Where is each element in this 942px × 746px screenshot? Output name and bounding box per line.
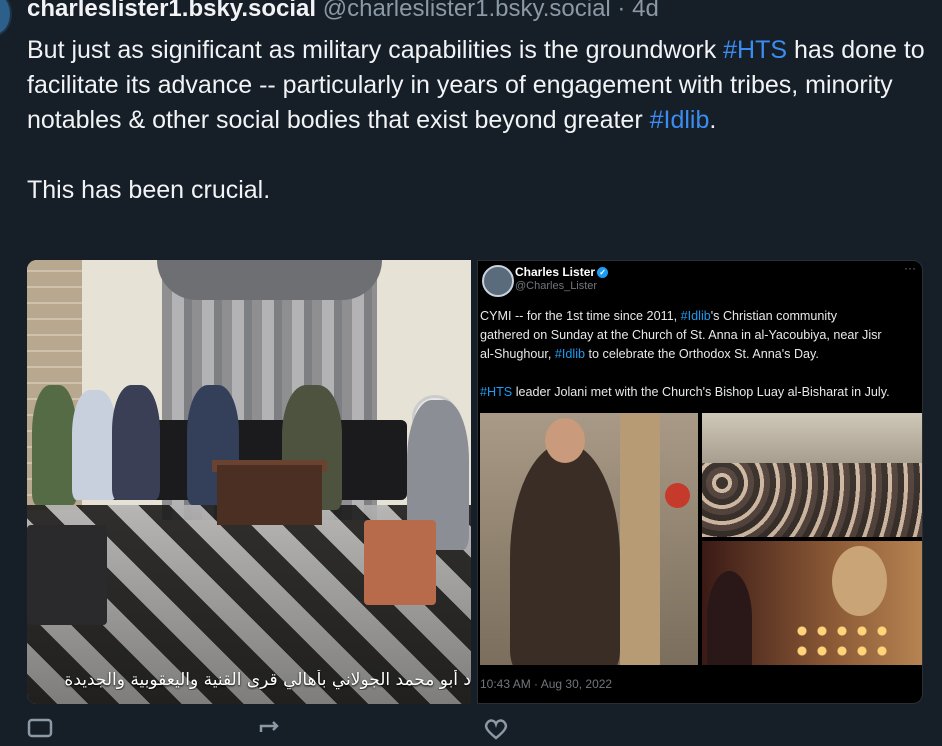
- post-image-meeting[interactable]: د أبو محمد الجولاني بأهالي قرى القنية وا…: [27, 260, 471, 704]
- verified-badge-icon: ✓: [597, 267, 609, 278]
- tweet-avatar: [482, 265, 514, 297]
- hashtag-hts[interactable]: #HTS: [723, 36, 787, 64]
- author-avatar[interactable]: [0, 0, 12, 36]
- tweet-photo-congregation: [702, 413, 922, 537]
- tweet-author-handle: @Charles_Lister: [515, 280, 598, 292]
- post-header: charleslister1.bsky.social @charlesliste…: [27, 0, 659, 24]
- reply-icon: [27, 718, 53, 738]
- post-text-segment: But just as significant as military capa…: [27, 36, 724, 64]
- tweet-photo-monk: [480, 413, 698, 665]
- repost-icon: [259, 721, 279, 732]
- author-display-name[interactable]: charleslister1.bsky.social: [27, 0, 316, 22]
- repost-button[interactable]: [257, 718, 283, 746]
- author-handle[interactable]: @charleslister1.bsky.social: [323, 0, 611, 22]
- meta-separator: ·: [610, 0, 633, 22]
- post-body: But just as significant as military capa…: [27, 33, 927, 208]
- hashtag-idlib[interactable]: #Idlib: [650, 106, 710, 134]
- post-text-segment: .: [709, 106, 717, 134]
- tweet-date: 10:43 AM · Aug 30, 2022: [480, 677, 613, 691]
- tweet-photo-candles: [702, 541, 922, 665]
- like-button[interactable]: [482, 718, 510, 746]
- image-caption-arabic: د أبو محمد الجولاني بأهالي قرى القنية وا…: [64, 670, 471, 690]
- heart-icon: [484, 719, 508, 740]
- post-image-tweet-screenshot[interactable]: Charles Lister ✓ @Charles_Lister ··· CYMI…: [477, 260, 923, 704]
- more-icon: ···: [904, 261, 916, 275]
- tweet-text: CYMI -- for the 1st time since 2011, #Id…: [480, 309, 890, 399]
- post-time[interactable]: 4d: [632, 0, 659, 22]
- reply-button[interactable]: [27, 718, 53, 746]
- tweet-author-name: Charles Lister ✓: [515, 265, 609, 279]
- post-paragraph-1: But just as significant as military capa…: [27, 33, 927, 138]
- post-paragraph-2: This has been crucial.: [27, 176, 271, 204]
